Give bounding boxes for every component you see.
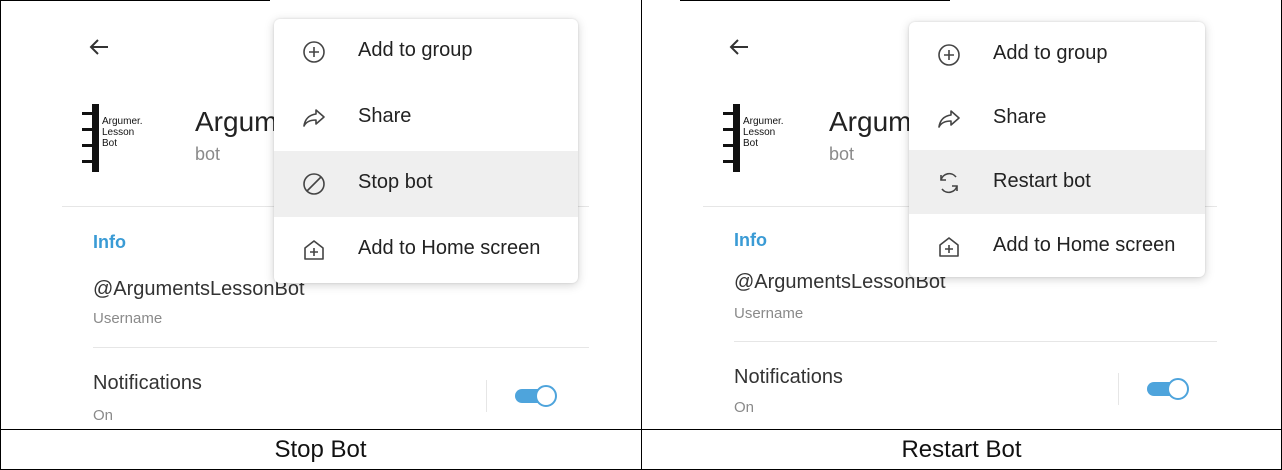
menu-item-restart-bot[interactable]: Restart bot xyxy=(909,150,1205,214)
toggle-knob xyxy=(1167,378,1189,400)
avatar: Argumer. Lesson Bot xyxy=(723,104,784,172)
add-home-icon xyxy=(304,240,324,260)
overflow-menu: Add to group Share Restart bot Add to Ho… xyxy=(909,22,1205,277)
back-arrow-icon[interactable] xyxy=(88,36,110,58)
block-icon xyxy=(303,173,325,195)
add-home-icon xyxy=(939,237,959,257)
caption-restart-bot: Restart Bot xyxy=(901,436,1022,463)
notifications-label: Notifications xyxy=(93,372,202,394)
menu-item-label: Add to Home screen xyxy=(358,237,541,259)
avatar-text-line: Argumer. xyxy=(743,116,784,127)
menu-item-add-to-group[interactable]: Add to group xyxy=(274,19,578,85)
menu-item-label: Add to group xyxy=(358,39,473,61)
profile-name: Argum xyxy=(829,106,912,137)
share-arrow-icon xyxy=(303,109,325,127)
menu-item-add-to-group[interactable]: Add to group xyxy=(909,22,1205,86)
menu-item-label: Stop bot xyxy=(358,171,433,193)
profile-name: Argum xyxy=(195,106,278,137)
notifications-state: On xyxy=(734,399,755,416)
notifications-toggle[interactable] xyxy=(515,385,559,407)
profile-subtitle: bot xyxy=(195,144,221,164)
menu-item-share[interactable]: Share xyxy=(909,86,1205,150)
username-value[interactable]: @ArgumentsLessonBot xyxy=(93,278,305,301)
menu-item-label: Share xyxy=(358,105,412,127)
back-arrow-icon[interactable] xyxy=(728,36,750,58)
menu-item-label: Add to group xyxy=(993,42,1108,64)
share-arrow-icon xyxy=(938,110,960,128)
username-label: Username xyxy=(734,305,804,322)
info-section-label: Info xyxy=(734,230,767,250)
menu-item-label: Add to Home screen xyxy=(993,234,1176,256)
row-divider xyxy=(93,347,589,348)
restart-icon xyxy=(940,172,958,194)
menu-item-stop-bot[interactable]: Stop bot xyxy=(274,151,578,217)
notifications-state: On xyxy=(93,407,114,424)
overflow-menu: Add to group Share Stop bot Add to Home … xyxy=(274,19,578,283)
caption-stop-bot: Stop Bot xyxy=(274,436,367,463)
plus-circle-icon xyxy=(938,44,960,66)
notifications-toggle[interactable] xyxy=(1147,378,1191,400)
profile-subtitle: bot xyxy=(829,144,855,164)
avatar-text-line: Lesson xyxy=(743,127,775,138)
avatar-text-line: Lesson xyxy=(102,127,134,138)
menu-item-label: Share xyxy=(993,106,1047,128)
toggle-knob xyxy=(535,385,557,407)
menu-item-label: Restart bot xyxy=(993,170,1091,192)
plus-circle-icon xyxy=(303,41,325,63)
bot-profile-screen: Argumer. Lesson Bot Argum bot Info @Argu… xyxy=(0,0,641,430)
panel-stop-bot: Argumer. Lesson Bot Argum bot Info @Argu… xyxy=(0,0,641,470)
menu-item-share[interactable]: Share xyxy=(274,85,578,151)
avatar-text-line: Bot xyxy=(743,138,758,149)
avatar: Argumer. Lesson Bot xyxy=(82,104,143,172)
bot-profile-screen: Argumer. Lesson Bot Argum bot Info @Argu… xyxy=(641,0,1282,430)
menu-item-add-to-home-screen[interactable]: Add to Home screen xyxy=(909,214,1205,277)
toggle-separator xyxy=(1118,373,1119,405)
row-divider xyxy=(734,341,1217,342)
avatar-text-line: Argumer. xyxy=(102,116,143,127)
avatar-text-line: Bot xyxy=(102,138,117,149)
panel-restart-bot: Argumer. Lesson Bot Argum bot Info @Argu… xyxy=(641,0,1282,470)
menu-item-add-to-home-screen[interactable]: Add to Home screen xyxy=(274,217,578,283)
username-label: Username xyxy=(93,310,163,327)
toggle-separator xyxy=(486,380,487,412)
info-section-label: Info xyxy=(93,232,126,252)
notifications-label: Notifications xyxy=(734,366,843,388)
